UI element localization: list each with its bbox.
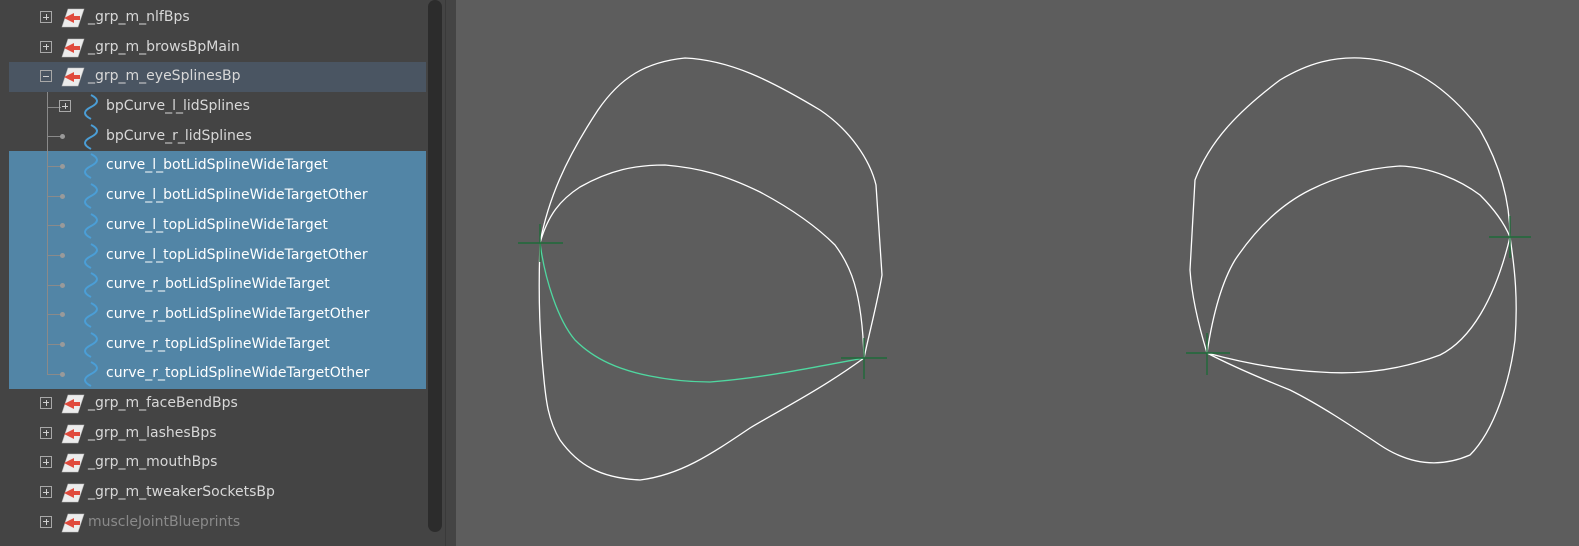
right-lid-top-curve[interactable] xyxy=(1206,165,1511,354)
tree-connector-horizontal xyxy=(47,225,61,227)
outliner-item-label: curve_r_topLidSplineWideTargetOther xyxy=(106,365,370,382)
left-outer-curve[interactable] xyxy=(538,57,883,481)
tree-connector-horizontal xyxy=(47,344,61,346)
outliner-group-row[interactable]: _grp_m_faceBendBps xyxy=(9,389,426,419)
transform-icon xyxy=(61,454,85,473)
expand-icon[interactable] xyxy=(59,100,71,113)
outliner-panel: _grp_m_nlfBps _grp_m_browsBpMain _grp_m_ey… xyxy=(0,0,445,546)
left-outer-pivot[interactable] xyxy=(841,338,887,379)
outliner-group-row[interactable]: _grp_m_mouthBps xyxy=(9,448,426,478)
tree-leaf-dot-icon xyxy=(60,282,65,288)
expand-icon[interactable] xyxy=(40,426,52,439)
right-outer-pivot[interactable] xyxy=(1489,216,1531,258)
outliner-item-label: curve_l_botLidSplineWideTarget xyxy=(106,157,328,174)
outliner-item-label: bpCurve_r_lidSplines xyxy=(106,127,252,144)
tree-leaf-dot-icon xyxy=(60,342,65,348)
transform-icon xyxy=(61,394,85,414)
outliner-child-row[interactable]: curve_l_botLidSplineWideTarget xyxy=(9,151,426,182)
outliner-item-label: curve_r_botLidSplineWideTargetOther xyxy=(106,305,370,322)
tree-connector-horizontal xyxy=(47,165,61,167)
tree-leaf-dot-icon xyxy=(60,134,65,140)
tree-connector-horizontal xyxy=(47,195,61,197)
curve-icon xyxy=(84,183,98,210)
outliner-group-row[interactable]: _grp_m_tweakerSocketsBp xyxy=(9,478,426,508)
transform-icon xyxy=(61,483,85,503)
outliner-item-label: curve_l_topLidSplineWideTargetOther xyxy=(106,246,368,263)
outliner-child-row[interactable]: curve_r_botLidSplineWideTarget xyxy=(9,270,426,300)
outliner-child-row[interactable]: curve_l_botLidSplineWideTargetOther xyxy=(9,181,426,211)
curve-icon xyxy=(84,212,98,239)
curve-icon xyxy=(84,361,98,388)
curve-icon xyxy=(84,123,98,150)
expand-icon[interactable] xyxy=(40,396,52,409)
outliner-child-row[interactable]: curve_r_botLidSplineWideTargetOther xyxy=(9,299,426,330)
outliner-item-label: bpCurve_l_lidSplines xyxy=(106,98,250,115)
left-inner-pivot[interactable] xyxy=(518,224,563,262)
outliner-child-row[interactable]: bpCurve_r_lidSplines xyxy=(9,121,426,152)
transform-icon xyxy=(61,513,85,532)
left-lid-top-curve[interactable] xyxy=(539,164,865,359)
outliner-child-row[interactable]: bpCurve_l_lidSplines xyxy=(9,92,426,122)
outliner-group-row[interactable]: muscleJointBlueprints xyxy=(9,508,426,538)
outliner-item-label: _grp_m_tweakerSocketsBp xyxy=(88,484,275,500)
transform-icon xyxy=(61,38,85,57)
outliner-group-row[interactable]: _grp_m_browsBpMain xyxy=(9,33,426,63)
tree-leaf-dot-icon xyxy=(60,193,65,199)
outliner-scrollbar[interactable] xyxy=(428,0,442,532)
outliner-item-label: curve_l_topLidSplineWideTarget xyxy=(106,216,328,233)
curve-icon xyxy=(84,94,98,120)
curve-icon xyxy=(84,272,98,299)
outliner-child-row[interactable]: curve_r_topLidSplineWideTargetOther xyxy=(9,359,426,389)
transform-icon xyxy=(61,68,85,87)
outliner-group-row[interactable]: _grp_m_eyeSplinesBp xyxy=(9,62,426,93)
expand-icon[interactable] xyxy=(40,40,52,53)
tree-leaf-dot-icon xyxy=(60,223,65,229)
outliner-child-row[interactable]: curve_l_topLidSplineWideTargetOther xyxy=(9,240,426,271)
outliner-child-row[interactable]: curve_l_topLidSplineWideTarget xyxy=(9,210,426,241)
curve-icon xyxy=(84,331,98,358)
tree-connector-horizontal xyxy=(47,314,61,316)
tree-connector-horizontal xyxy=(47,284,61,286)
tree-connector-horizontal xyxy=(47,255,61,256)
tree-connector-vertical xyxy=(47,359,48,375)
outliner-item-label: _grp_m_browsBpMain xyxy=(88,38,240,55)
expand-icon[interactable] xyxy=(40,515,52,528)
curve-icon xyxy=(84,242,98,269)
tree-connector-horizontal xyxy=(47,136,61,138)
expand-icon[interactable] xyxy=(40,11,52,23)
outliner-item-label: curve_r_botLidSplineWideTarget xyxy=(106,276,330,293)
left-lid-bottom-curve[interactable] xyxy=(539,242,865,383)
curve-icon xyxy=(84,301,98,328)
tree-leaf-dot-icon xyxy=(60,371,65,377)
outliner-item-label: _grp_m_nlfBps xyxy=(88,9,190,25)
viewport-3d[interactable] xyxy=(456,0,1579,546)
right-lid-bottom-curve[interactable] xyxy=(1206,236,1511,374)
tree-leaf-dot-icon xyxy=(60,163,65,169)
tree-connector-horizontal xyxy=(47,373,61,375)
right-outer-curve[interactable] xyxy=(1189,57,1517,464)
transform-icon xyxy=(61,424,85,443)
collapse-icon[interactable] xyxy=(40,70,52,83)
outliner-item-label: curve_l_botLidSplineWideTargetOther xyxy=(106,187,368,204)
outliner-item-label: muscleJointBlueprints xyxy=(88,513,241,530)
outliner-item-label: _grp_m_mouthBps xyxy=(88,454,218,471)
outliner-group-row[interactable]: _grp_m_lashesBps xyxy=(9,419,426,449)
panel-splitter[interactable] xyxy=(445,0,456,546)
outliner-child-row[interactable]: curve_r_topLidSplineWideTarget xyxy=(9,329,426,360)
outliner-item-label: _grp_m_eyeSplinesBp xyxy=(88,68,241,85)
curve-icon xyxy=(84,153,98,180)
expand-icon[interactable] xyxy=(40,486,52,498)
outliner-item-label: curve_r_topLidSplineWideTarget xyxy=(106,335,330,352)
outliner-list: _grp_m_nlfBps _grp_m_browsBpMain _grp_m_ey… xyxy=(9,3,426,537)
tree-leaf-dot-icon xyxy=(60,312,65,318)
outliner-group-row[interactable]: _grp_m_nlfBps xyxy=(9,3,426,33)
outliner-item-label: _grp_m_lashesBps xyxy=(88,424,217,441)
transform-icon xyxy=(61,8,85,28)
tree-leaf-dot-icon xyxy=(60,253,65,258)
expand-icon[interactable] xyxy=(40,456,52,469)
outliner-item-label: _grp_m_faceBendBps xyxy=(88,394,238,411)
